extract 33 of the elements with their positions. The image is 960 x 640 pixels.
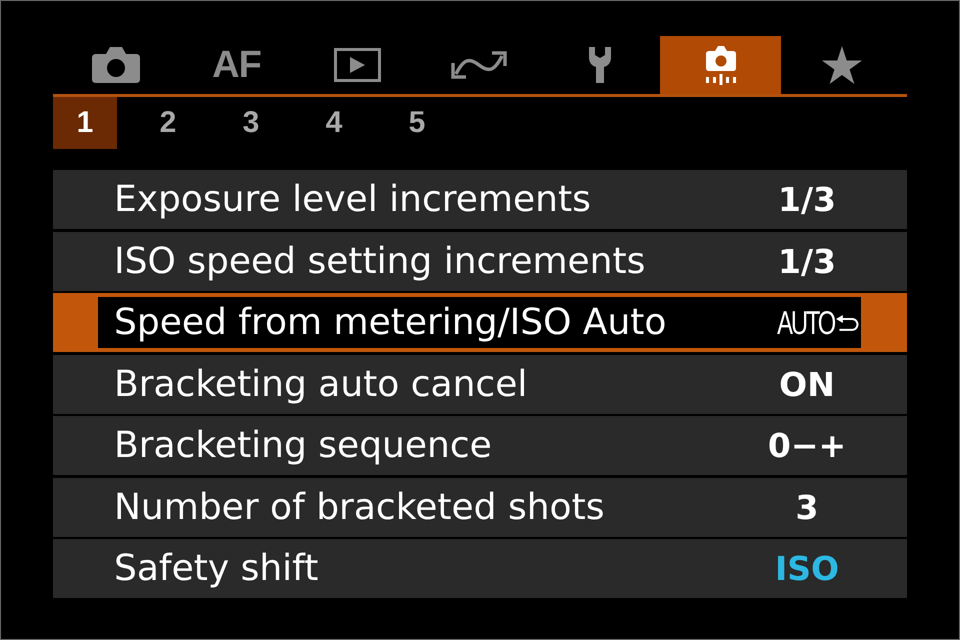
setting-name: Safety shift [113,548,320,589]
setting-value: ON [779,364,835,404]
setting-name: Speed from metering/ISO Auto [113,302,668,343]
menu-item[interactable]: Exposure level increments 1/3 [53,170,907,229]
page-tab[interactable]: 1 [53,97,117,149]
menu-tab[interactable]: AF [176,36,297,94]
camera-scale-icon [704,45,738,85]
page-tab[interactable]: 2 [136,97,200,149]
setting-value: 1/3 [778,242,836,280]
setting-name: Bracketing auto cancel [113,364,528,404]
setting-value: AUTO [777,304,834,342]
setting-name: Exposure level increments [113,179,592,220]
setting-name: ISO speed setting increments [113,240,646,282]
menu-item[interactable]: Number of bracketed shots 3 [53,478,907,536]
camera-icon [92,47,140,83]
setting-value: ISO [774,549,840,588]
star-icon [822,46,862,84]
menu-item[interactable]: Safety shift ISO [53,539,907,598]
menu-item[interactable]: Bracketing sequence 0−+ [53,416,907,475]
setting-value: 3 [796,488,818,526]
setting-value: 1/3 [778,180,836,219]
setting-name: Bracketing sequence [113,425,493,466]
play-icon [334,48,381,82]
page-tab[interactable]: 4 [302,97,366,149]
menu-tab[interactable] [660,36,781,94]
setting-value: 0−+ [768,426,846,465]
menu-item[interactable]: ISO speed setting increments 1/3 [53,232,907,290]
wave-arrows-icon [450,50,508,80]
menu-item[interactable]: Bracketing auto cancel ON [53,354,907,414]
setting-name: Number of bracketed shots [113,486,606,528]
page-tab[interactable]: 3 [219,97,283,149]
page-tab[interactable]: 5 [385,97,449,149]
menu-item[interactable]: Speed from metering/ISO Auto AUTO [53,293,907,352]
